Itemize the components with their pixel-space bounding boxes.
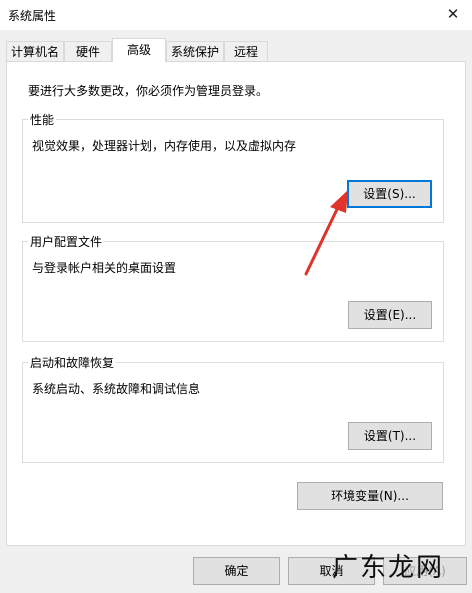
watermark-text: 广东龙网	[332, 553, 445, 583]
watermark-logo: 广东龙网	[332, 543, 452, 587]
annotation-arrow-icon	[304, 190, 348, 276]
